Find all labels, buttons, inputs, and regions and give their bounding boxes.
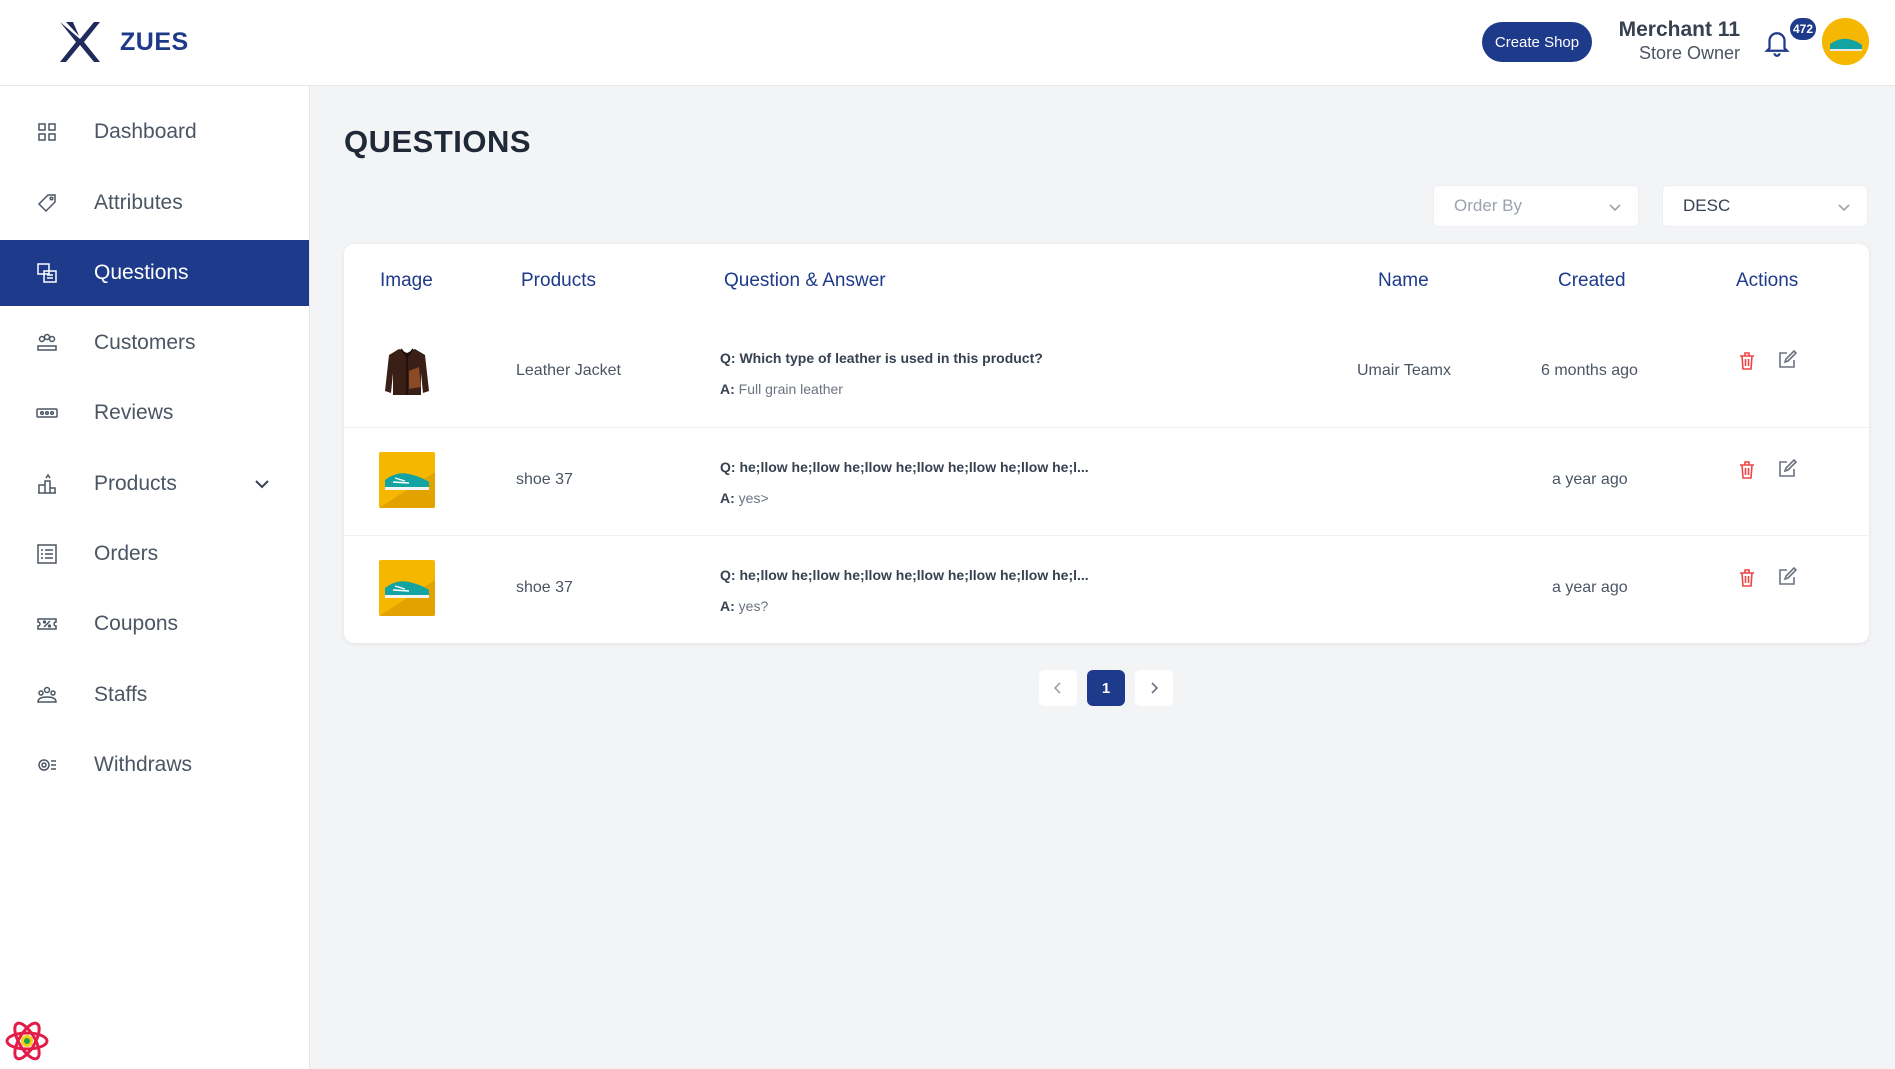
chevron-down-icon[interactable]	[252, 474, 272, 494]
sidebar-item-label: Coupons	[94, 612, 179, 635]
pagination-prev-button[interactable]	[1039, 670, 1077, 706]
products-icon	[38, 473, 56, 494]
sidebar-item-questions[interactable]: Questions	[0, 240, 309, 306]
shoe-image	[379, 452, 435, 508]
sidebar-item-label: Attributes	[94, 191, 183, 214]
pagination-next-button[interactable]	[1135, 670, 1173, 706]
shoe-image	[379, 560, 435, 616]
question-text: Q: he;llow he;llow he;llow he;llow he;ll…	[720, 567, 1089, 583]
sidebar-item-label: Reviews	[94, 401, 174, 424]
grid-icon	[38, 123, 56, 141]
sidebar-item-dashboard[interactable]: Dashboard	[0, 99, 309, 165]
column-header-created[interactable]: Created	[1558, 270, 1626, 292]
product-image	[379, 452, 435, 508]
sidebar-item-label: Dashboard	[94, 120, 197, 143]
trash-icon[interactable]	[1736, 459, 1758, 481]
shoe-avatar-icon	[1822, 18, 1869, 65]
sidebar-item-reviews[interactable]: Reviews	[0, 380, 309, 446]
answer-text: A: yes>	[720, 490, 769, 506]
sidebar-item-customers[interactable]: Customers	[0, 310, 309, 376]
zues-logo-icon	[60, 22, 100, 62]
sidebar-item-withdraws[interactable]: Withdraws	[0, 732, 309, 798]
sidebar-item-label: Orders	[94, 542, 159, 565]
product-name: Leather Jacket	[516, 362, 621, 379]
sidebar-item-label: Products	[94, 472, 177, 495]
created-time: 6 months ago	[1541, 362, 1638, 379]
column-header-products[interactable]: Products	[521, 270, 596, 292]
edit-icon[interactable]	[1776, 458, 1798, 480]
rating-icon	[36, 408, 58, 418]
order-by-select[interactable]: Order By	[1433, 185, 1639, 227]
column-header-name[interactable]: Name	[1378, 270, 1429, 292]
product-name: shoe 37	[516, 579, 573, 596]
product-image	[379, 343, 435, 399]
product-name: shoe 37	[516, 471, 573, 488]
react-devtools-icon[interactable]	[4, 1018, 50, 1064]
sidebar-item-products[interactable]: Products	[0, 451, 309, 517]
sidebar-item-label: Withdraws	[94, 753, 193, 776]
table-row[interactable]: shoe 37 Q: he;llow he;llow he;llow he;ll…	[344, 535, 1869, 643]
create-shop-button[interactable]: Create Shop	[1482, 22, 1592, 62]
edit-icon[interactable]	[1776, 566, 1798, 588]
table-row[interactable]: shoe 37 Q: he;llow he;llow he;llow he;ll…	[344, 427, 1869, 535]
pagination-page-button[interactable]: 1	[1087, 670, 1125, 706]
staff-icon	[37, 686, 57, 703]
answer-prefix: A:	[720, 381, 735, 397]
chevron-right-icon	[1151, 682, 1159, 694]
table-row[interactable]: Leather Jacket Q: Which type of leather …	[344, 319, 1869, 427]
sidebar-item-label: Staffs	[94, 683, 148, 706]
brand[interactable]: ZUES	[56, 18, 189, 66]
trash-icon[interactable]	[1736, 350, 1758, 372]
answer-value: Full grain leather	[738, 381, 843, 397]
user-role: Store Owner	[1638, 43, 1740, 63]
sidebar-item-staffs[interactable]: Staffs	[0, 662, 309, 728]
answer-value: yes>	[738, 490, 769, 506]
edit-icon[interactable]	[1776, 349, 1798, 371]
questions-table: Image Products Question & Answer Name Cr…	[344, 244, 1869, 643]
answer-prefix: A:	[720, 598, 735, 614]
chevron-down-icon	[1609, 204, 1621, 212]
top-header: ZUES Create Shop Merchant 11 Store Owner…	[0, 0, 1895, 86]
answer-value: yes?	[738, 598, 769, 614]
sidebar-item-orders[interactable]: Orders	[0, 521, 309, 587]
user-name: Merchant 11	[1618, 18, 1740, 41]
created-time: a year ago	[1552, 471, 1628, 488]
users-group-icon	[37, 333, 57, 351]
brand-name: ZUES	[120, 27, 189, 56]
avatar[interactable]	[1822, 18, 1869, 65]
product-image	[379, 560, 435, 616]
customer-name: Umair Teamx	[1357, 362, 1451, 379]
sidebar-item-label: Customers	[94, 331, 196, 354]
column-header-question-answer[interactable]: Question & Answer	[724, 270, 886, 292]
order-by-placeholder: Order By	[1454, 196, 1523, 215]
sidebar-item-attributes[interactable]: Attributes	[0, 170, 309, 236]
coupon-icon	[37, 618, 57, 630]
answer-text: A: Full grain leather	[720, 381, 843, 397]
list-icon	[37, 544, 57, 564]
sidebar-item-coupons[interactable]: Coupons	[0, 591, 309, 657]
column-header-image[interactable]: Image	[380, 270, 433, 292]
question-text: Q: he;llow he;llow he;llow he;llow he;ll…	[720, 459, 1089, 475]
page-title: QUESTIONS	[344, 124, 532, 159]
sort-direction-value: DESC	[1683, 196, 1731, 215]
sidebar-item-label: Questions	[94, 261, 189, 284]
tag-icon	[37, 194, 56, 213]
notification-badge: 472	[1788, 16, 1819, 42]
sidebar: Dashboard Attributes Questions Customers…	[0, 86, 310, 1069]
withdraw-icon	[38, 759, 56, 771]
created-time: a year ago	[1552, 579, 1628, 596]
question-card-icon	[37, 263, 57, 283]
answer-prefix: A:	[720, 490, 735, 506]
answer-text: A: yes?	[720, 598, 768, 614]
trash-icon[interactable]	[1736, 567, 1758, 589]
sort-direction-select[interactable]: DESC	[1662, 185, 1868, 227]
user-info[interactable]: Merchant 11 Store Owner	[1610, 18, 1740, 64]
column-header-actions: Actions	[1736, 270, 1799, 291]
chevron-left-icon	[1053, 682, 1061, 694]
leather-jacket-image	[379, 343, 435, 399]
question-text: Q: Which type of leather is used in this…	[720, 350, 1043, 366]
chevron-down-icon	[1838, 204, 1850, 212]
